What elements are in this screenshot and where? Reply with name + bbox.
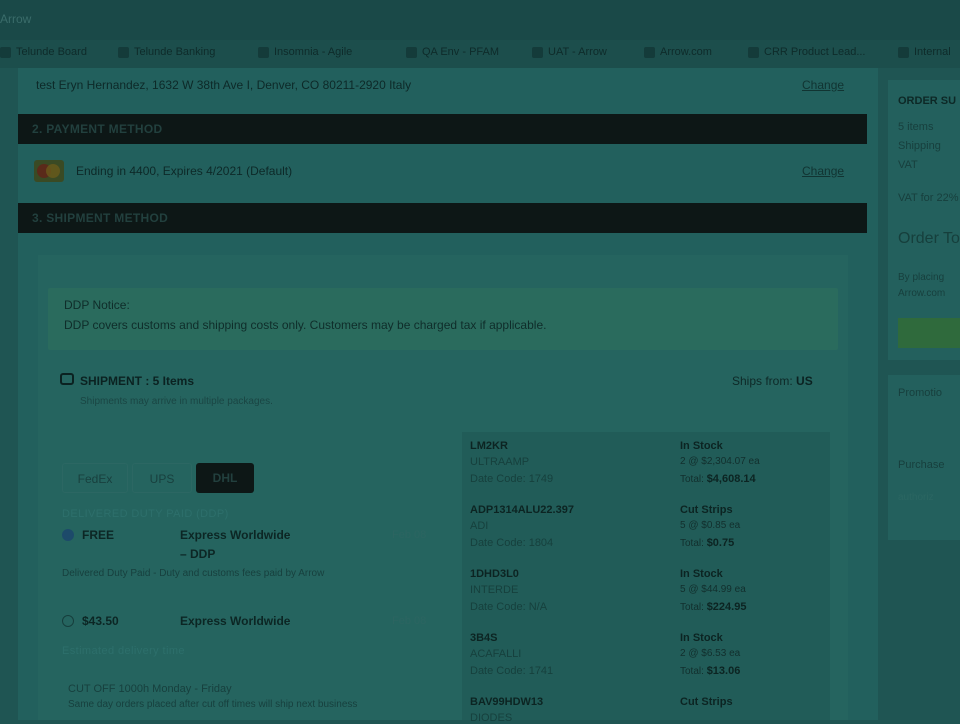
item-stock-status: In Stock — [680, 568, 723, 580]
item-manufacturer: DIODES — [470, 712, 513, 724]
summary-vat-rate: VAT for 22% — [898, 192, 959, 204]
list-item: LM2KR ULTRAAMP Date Code: 1749 In Stock … — [462, 436, 830, 500]
list-item: ADP1314ALU22.397 ADI Date Code: 1804 Cut… — [462, 500, 830, 564]
summary-terms-link[interactable]: Arrow.com — [898, 288, 945, 299]
shipment-method-title: 3. SHIPMENT METHOD — [32, 211, 169, 225]
shipping-address: test Eryn Hernandez, 1632 W 38th Ave I, … — [36, 78, 412, 92]
bookmark-qa-env[interactable]: QA Env - PFAM — [406, 46, 499, 58]
cutoff-note: Same day orders placed after cut off tim… — [68, 699, 358, 710]
ddp-notice-title: DDP Notice: — [64, 298, 130, 312]
tab-title[interactable]: Arrow — [0, 12, 31, 26]
shipping-option-price: FREE — [82, 528, 115, 542]
promotion-panel — [888, 375, 960, 540]
shipping-option-name-suffix: – DDP — [180, 547, 216, 561]
bookmark-telunde-banking[interactable]: Telunde Banking — [118, 46, 215, 58]
browser-tab-strip — [0, 0, 960, 40]
change-payment-link[interactable]: Change — [802, 164, 844, 178]
bookmark-telunde-board[interactable]: Telunde Board — [0, 46, 87, 58]
purchase-auth-input[interactable]: authoriz — [898, 492, 934, 503]
shipping-option-date: Feb 08 — [392, 615, 427, 627]
order-summary-title: ORDER SU — [898, 95, 957, 107]
item-stock-status: Cut Strips — [680, 696, 733, 708]
shield-icon — [118, 46, 129, 58]
cutoff-time: CUT OFF 1000h Monday - Friday — [68, 683, 232, 695]
puzzle-icon — [406, 46, 417, 58]
item-total: Total: $13.06 — [680, 665, 741, 677]
item-qty-price: 5 @ $44.99 ea — [680, 584, 746, 595]
ddp-section-label: DELIVERED DUTY PAID (DDP) — [62, 508, 229, 520]
item-date-code: Date Code: 1749 — [470, 473, 554, 485]
shipment-items-list: LM2KR ULTRAAMP Date Code: 1749 In Stock … — [462, 432, 830, 724]
item-qty-price: 2 @ $6.53 ea — [680, 648, 741, 659]
bookmark-uat-arrow[interactable]: UAT - Arrow — [532, 46, 607, 58]
estimated-delivery-label: Estimated delivery time — [62, 645, 185, 657]
bookmark-arrow-com[interactable]: Arrow.com — [644, 46, 712, 58]
item-manufacturer: INTERDE — [470, 584, 519, 596]
item-stock-status: In Stock — [680, 632, 723, 644]
shipping-option-name: Express Worldwide — [180, 614, 291, 628]
item-part-number[interactable]: BAV99HDW13 — [470, 696, 543, 708]
card-details: Ending in 4400, Expires 4/2021 (Default) — [76, 164, 293, 178]
carrier-tab-ups[interactable]: UPS — [132, 463, 192, 493]
promotion-title: Promotio — [898, 387, 943, 399]
item-total: Total: $224.95 — [680, 601, 747, 613]
item-manufacturer: ACAFALLI — [470, 648, 522, 660]
item-qty-price: 5 @ $0.85 ea — [680, 520, 741, 531]
page-icon — [0, 46, 11, 58]
item-total: Total: $4,608.14 — [680, 473, 756, 485]
summary-vat: VAT — [898, 159, 918, 171]
payment-method-title: 2. PAYMENT METHOD — [32, 122, 163, 136]
list-item: BAV99HDW13 DIODES Cut Strips — [462, 692, 830, 724]
list-item: 1DHD3L0 INTERDE Date Code: N/A In Stock … — [462, 564, 830, 628]
item-manufacturer: ULTRAAMP — [470, 456, 530, 468]
shipping-option-note: Delivered Duty Paid - Duty and customs f… — [62, 568, 325, 579]
item-date-code: Date Code: N/A — [470, 601, 548, 613]
shipping-option-radio-free[interactable] — [62, 529, 74, 541]
item-stock-status: Cut Strips — [680, 504, 733, 516]
shipping-option-price: $43.50 — [82, 614, 119, 628]
item-stock-status: In Stock — [680, 440, 723, 452]
truck-icon — [60, 373, 74, 385]
ships-from-label: Ships from: — [732, 374, 793, 388]
item-date-code: Date Code: 1804 — [470, 537, 554, 549]
carrier-tab-dhl[interactable]: DHL — [196, 463, 254, 493]
item-part-number[interactable]: 1DHD3L0 — [470, 568, 519, 580]
folder-icon — [748, 46, 759, 58]
shield-icon — [258, 46, 269, 58]
bookmark-crr-product[interactable]: CRR Product Lead... — [748, 46, 866, 58]
bookmark-internal[interactable]: Internal — [898, 46, 951, 58]
bookmark-insomnia[interactable]: Insomnia - Agile — [258, 46, 352, 58]
item-part-number[interactable]: ADP1314ALU22.397 — [470, 504, 574, 516]
summary-shipping: Shipping — [898, 140, 941, 152]
item-manufacturer: ADI — [470, 520, 489, 532]
ships-from-value: US — [796, 374, 813, 388]
list-item: 3B4S ACAFALLI Date Code: 1741 In Stock 2… — [462, 628, 830, 692]
carrier-tab-fedex[interactable]: FedEx — [62, 463, 128, 493]
item-total: Total: $0.75 — [680, 537, 735, 549]
shipment-note: Shipments may arrive in multiple package… — [80, 396, 273, 407]
summary-order-total: Order To — [898, 230, 960, 247]
summary-terms: By placing — [898, 272, 945, 283]
purchase-label: Purchase — [898, 459, 945, 471]
shipment-method-header: 3. SHIPMENT METHOD — [18, 203, 867, 233]
credit-card-icon — [34, 160, 64, 182]
payment-method-header: 2. PAYMENT METHOD — [18, 114, 867, 144]
shipping-option-date: Feb 08 — [392, 529, 427, 541]
item-date-code: Date Code: 1741 — [470, 665, 554, 677]
shipping-option-name: Express Worldwide — [180, 528, 291, 542]
ddp-notice-body: DDP covers customs and shipping costs on… — [64, 318, 547, 332]
summary-items: 5 items — [898, 121, 934, 133]
arrow-logo-icon — [644, 46, 655, 58]
item-part-number[interactable]: LM2KR — [470, 440, 508, 452]
shipping-option-radio-paid[interactable] — [62, 615, 74, 627]
place-order-button[interactable] — [898, 318, 960, 348]
folder-icon — [898, 46, 909, 58]
page-icon — [532, 46, 543, 58]
item-qty-price: 2 @ $2,304.07 ea — [680, 456, 760, 467]
shipment-label: SHIPMENT : 5 Items — [80, 374, 195, 388]
item-part-number[interactable]: 3B4S — [470, 632, 498, 644]
ships-from: Ships from: US — [732, 374, 813, 388]
change-address-link[interactable]: Change — [802, 78, 844, 92]
